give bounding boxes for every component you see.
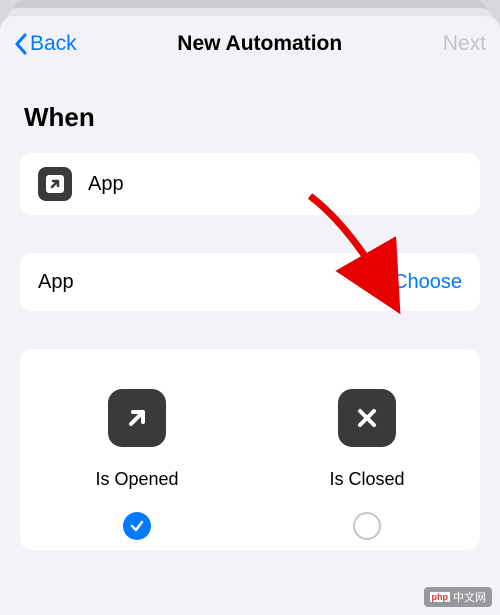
watermark-text: 中文网 — [453, 589, 486, 605]
trigger-row[interactable]: App — [20, 153, 480, 215]
option-is-opened[interactable]: Is Opened — [95, 389, 178, 540]
trigger-card: App — [20, 153, 480, 215]
options-card: Is Opened Is Closed — [20, 349, 480, 550]
choose-button[interactable]: Choose — [393, 271, 462, 294]
open-icon — [108, 389, 166, 447]
option-is-closed[interactable]: Is Closed — [329, 389, 404, 540]
section-header-when: When — [24, 102, 480, 133]
app-select-row[interactable]: App Choose — [20, 253, 480, 311]
next-button[interactable]: Next — [443, 32, 486, 56]
back-button[interactable]: Back — [14, 32, 77, 56]
navigation-bar: Back New Automation Next — [0, 16, 500, 72]
page-title: New Automation — [177, 32, 342, 56]
app-select-card: App Choose — [20, 253, 480, 311]
close-icon — [338, 389, 396, 447]
option-opened-label: Is Opened — [95, 469, 178, 490]
radio-closed[interactable] — [353, 512, 381, 540]
app-open-icon — [38, 167, 72, 201]
watermark-logo: php — [430, 592, 451, 602]
content-area: When App App Choose Is Opened — [0, 102, 500, 550]
back-label: Back — [30, 32, 77, 56]
option-closed-label: Is Closed — [329, 469, 404, 490]
trigger-label: App — [88, 173, 462, 196]
app-select-label: App — [38, 271, 393, 294]
radio-opened[interactable] — [123, 512, 151, 540]
modal-sheet: Back New Automation Next When App App Ch… — [0, 16, 500, 615]
chevron-left-icon — [14, 33, 28, 55]
watermark: php 中文网 — [424, 587, 493, 607]
